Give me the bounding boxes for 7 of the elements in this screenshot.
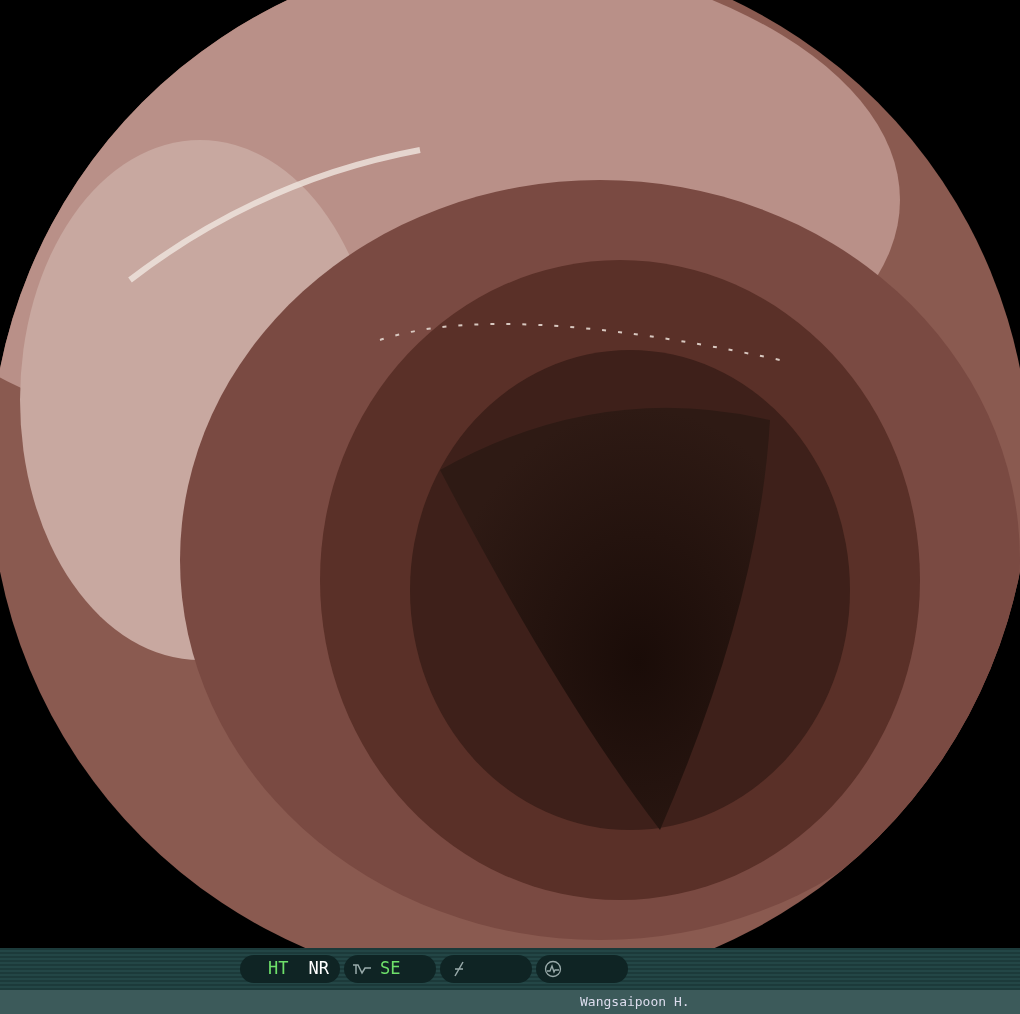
operator-name: Wangsaipoon H. xyxy=(580,993,690,1012)
mode-indicator: SE xyxy=(380,957,401,981)
curve-icon xyxy=(352,962,372,976)
function-icon xyxy=(452,961,466,977)
mode-indicator: NR xyxy=(308,957,329,981)
waveform-icon xyxy=(544,960,562,978)
mode-indicator: HT xyxy=(268,957,289,981)
